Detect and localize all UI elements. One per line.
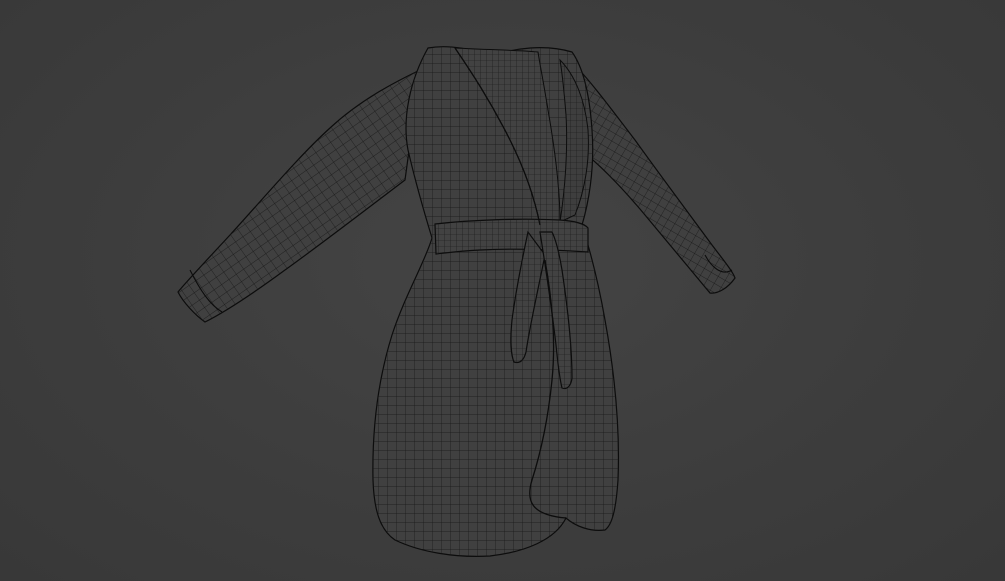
right-sleeve [569, 58, 736, 294]
left-sleeve [177, 68, 421, 323]
robe-mesh[interactable] [177, 46, 736, 557]
viewport-canvas [177, 46, 736, 557]
robe-belt [434, 218, 589, 255]
3d-viewport[interactable] [0, 0, 1005, 581]
